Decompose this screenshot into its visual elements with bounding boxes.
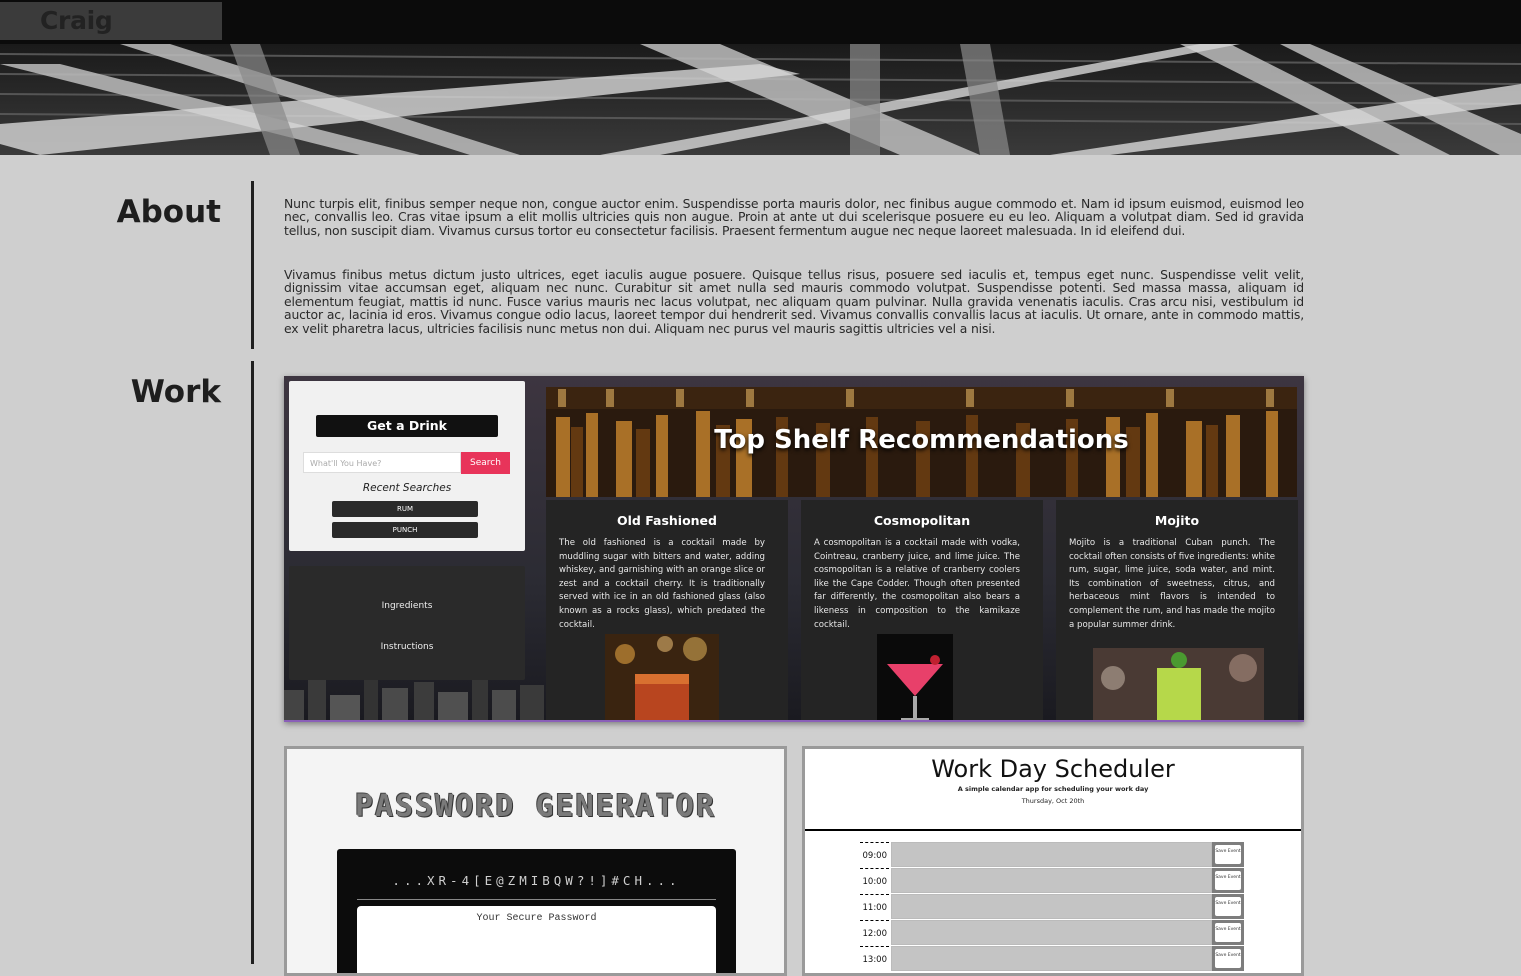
about-paragraph-1: Nunc turpis elit, finibus semper neque n… [284, 196, 1304, 238]
site-brand[interactable]: Craig Putzstuck [0, 2, 222, 73]
password-panel: ...XR-4[E@ZMIBQW?!]#CH... Your Secure Pa… [337, 849, 736, 973]
get-a-drink-button[interactable]: Get a Drink [316, 415, 498, 437]
hour-row: 12:00 Save Event [860, 920, 1246, 946]
drink-description: Mojito is a traditional Cuban punch. The… [1069, 538, 1275, 630]
save-event-label: Save Event [1215, 949, 1241, 968]
password-generator-title: PASSWORD GENERATOR [354, 789, 717, 824]
drink-description: A cosmopolitan is a cocktail made with v… [814, 538, 1020, 630]
password-output[interactable]: Your Secure Password [357, 906, 716, 973]
project-card-work-day-scheduler[interactable]: Work Day Scheduler A simple calendar app… [802, 746, 1304, 976]
details-panel: Ingredients Instructions [289, 566, 525, 680]
work-divider [251, 361, 254, 964]
hour-label: 13:00 [860, 946, 889, 972]
scheduler-divider [805, 829, 1301, 831]
search-button[interactable]: Search [461, 452, 510, 474]
about-heading: About [116, 194, 221, 230]
project-card-password-generator[interactable]: PASSWORD GENERATOR ...XR-4[E@ZMIBQW?!]#C… [284, 746, 787, 976]
save-event-label: Save Event [1215, 923, 1241, 942]
scheduler-date: Thursday, Oct 20th [1021, 797, 1085, 805]
instructions-link[interactable]: Instructions [289, 642, 525, 652]
recent-search-punch[interactable]: PUNCH [332, 522, 478, 538]
ingredients-link[interactable]: Ingredients [289, 601, 525, 611]
save-event-button[interactable]: Save Event [1212, 894, 1244, 919]
about-divider [251, 181, 254, 349]
save-event-button[interactable]: Save Event [1212, 920, 1244, 945]
save-event-label: Save Event [1215, 897, 1241, 916]
recent-searches-title: Recent Searches [362, 482, 452, 494]
password-code-preview: ...XR-4[E@ZMIBQW?!]#CH... [392, 873, 681, 888]
hour-row: 13:00 Save Event [860, 946, 1246, 972]
hour-event-input[interactable] [891, 920, 1212, 945]
search-panel: Get a Drink What'll You Have? Search Rec… [289, 381, 525, 551]
hour-row: 11:00 Save Event [860, 894, 1246, 920]
scheduler-title: Work Day Scheduler [931, 755, 1175, 783]
drink-name: Mojito [1154, 513, 1200, 528]
hero-banner [0, 44, 1521, 155]
about-paragraph-2: Vivamus finibus metus dictum justo ultri… [284, 267, 1304, 336]
save-event-label: Save Event [1215, 845, 1241, 864]
hour-row: 09:00 Save Event [860, 842, 1246, 868]
password-output-label: Your Secure Password [476, 913, 597, 924]
drink-card-old-fashioned[interactable]: Old Fashioned The old fashioned is a coc… [546, 500, 788, 720]
hour-label: 12:00 [860, 920, 889, 946]
save-event-button[interactable]: Save Event [1212, 946, 1244, 971]
drink-name: Old Fashioned [617, 513, 717, 528]
cosmopolitan-photo [877, 634, 953, 720]
drink-card-mojito[interactable]: Mojito Mojito is a traditional Cuban pun… [1056, 500, 1298, 720]
work-heading: Work [130, 374, 221, 410]
mojito-photo [1093, 648, 1264, 720]
hour-event-input[interactable] [891, 868, 1212, 893]
hour-event-input[interactable] [891, 946, 1212, 971]
drink-card-cosmopolitan[interactable]: Cosmopolitan A cosmopolitan is a cocktai… [801, 500, 1043, 720]
top-navbar: Craig Putzstuck [0, 0, 1521, 73]
top-shelf-banner: Top Shelf Recommendations [546, 387, 1297, 497]
password-divider [357, 899, 716, 900]
hour-row: 10:00 Save Event [860, 868, 1246, 894]
project-card-drink-app[interactable]: Get a Drink What'll You Have? Search Rec… [284, 376, 1304, 722]
hour-label: 09:00 [860, 842, 889, 868]
drink-search-input[interactable]: What'll You Have? [303, 452, 461, 473]
steel-beams-image [0, 44, 1521, 155]
save-event-label: Save Event [1215, 871, 1241, 890]
save-event-button[interactable]: Save Event [1212, 868, 1244, 893]
drink-name: Cosmopolitan [873, 513, 971, 528]
recent-search-rum[interactable]: RUM [332, 501, 478, 517]
save-event-button[interactable]: Save Event [1212, 842, 1244, 867]
scheduler-subtitle: A simple calendar app for scheduling you… [957, 785, 1149, 793]
drink-description: The old fashioned is a cocktail made by … [559, 538, 765, 630]
hour-event-input[interactable] [891, 842, 1212, 867]
hour-label: 11:00 [860, 894, 889, 920]
old-fashioned-photo [605, 634, 719, 720]
hour-label: 10:00 [860, 868, 889, 894]
hour-event-input[interactable] [891, 894, 1212, 919]
top-shelf-title: Top Shelf Recommendations [714, 425, 1129, 455]
